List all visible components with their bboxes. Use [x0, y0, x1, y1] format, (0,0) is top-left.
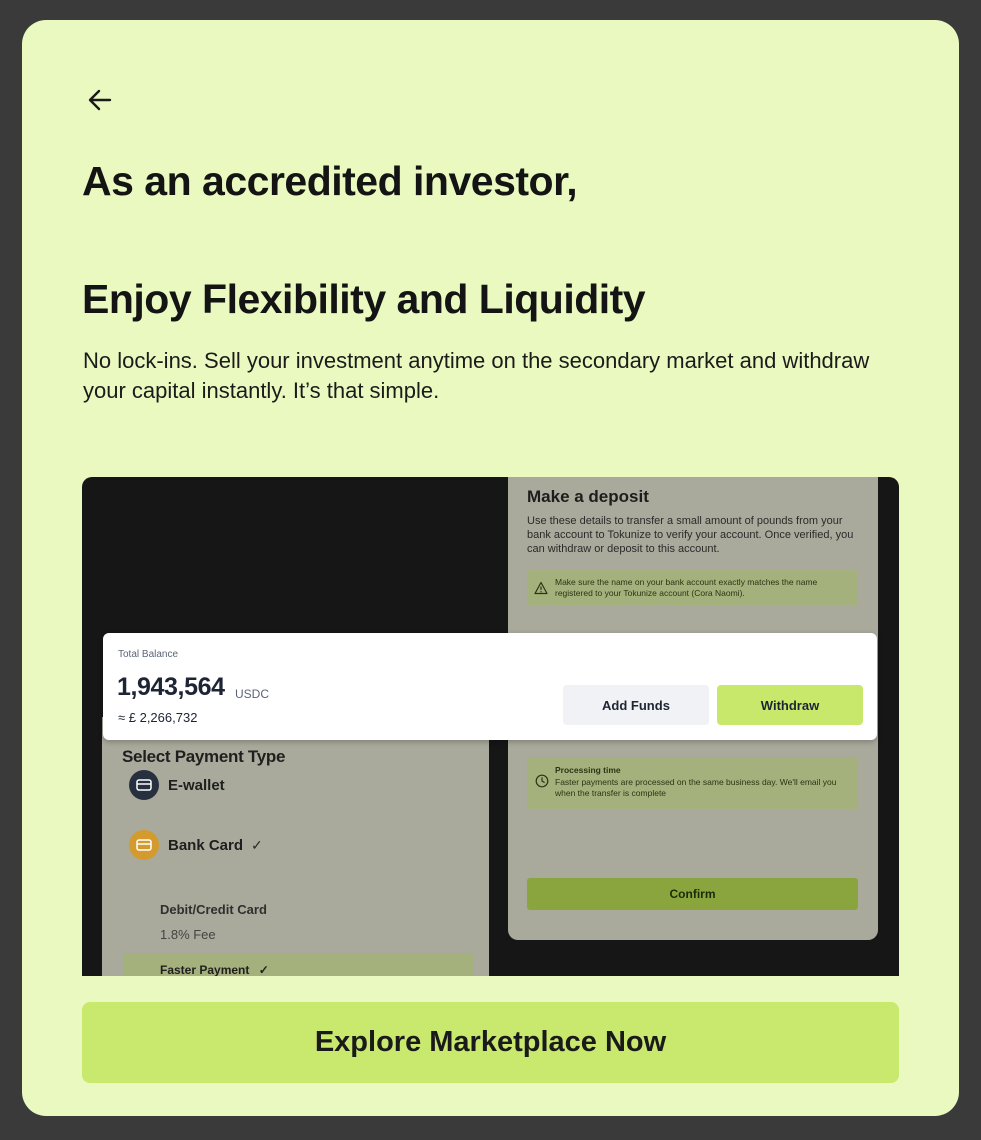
fee-label: 1.8% Fee: [160, 927, 216, 942]
app-preview: Select Payment Type E-wallet Bank Card ✓…: [82, 477, 899, 976]
title-line-2: Enjoy Flexibility and Liquidity: [82, 276, 646, 322]
faster-payment-label: Faster Payment ✓: [160, 963, 269, 976]
deposit-title: Make a deposit: [527, 487, 649, 506]
processing-title: Processing time: [555, 765, 621, 775]
balance-amount: 1,943,564: [117, 673, 225, 701]
description: No lock-ins. Sell your investment anytim…: [83, 348, 870, 403]
payment-type-title: Select Payment Type: [122, 747, 286, 766]
payment-option-ewallet[interactable]: E-wallet: [129, 770, 225, 800]
info-card: As an accredited investor, Enjoy Flexibi…: [22, 20, 959, 1116]
withdraw-button[interactable]: Withdraw: [717, 685, 863, 725]
wallet-icon: [129, 770, 159, 800]
clock-icon: [535, 774, 549, 788]
warning-text: Make sure the name on your bank account …: [555, 577, 818, 598]
check-icon: ✓: [258, 963, 269, 976]
payment-option-bank-card[interactable]: Bank Card ✓: [129, 830, 263, 860]
balance-unit: USDC: [235, 687, 270, 701]
explore-marketplace-button[interactable]: Explore Marketplace Now: [82, 1002, 899, 1083]
payment-type-panel: Select Payment Type E-wallet Bank Card ✓…: [102, 717, 489, 976]
back-button[interactable]: [82, 82, 118, 118]
card-icon: [129, 830, 159, 860]
arrow-left-icon: [88, 89, 112, 111]
check-icon: ✓: [251, 836, 263, 853]
deposit-description: Use these details to transfer a small am…: [527, 515, 854, 555]
confirm-button[interactable]: Confirm: [527, 878, 858, 910]
warning-banner: Make sure the name on your bank account …: [527, 570, 858, 606]
balance-label: Total Balance: [118, 649, 179, 660]
warning-icon: [534, 581, 548, 595]
payment-option-label: Bank Card: [168, 836, 244, 854]
card-type-label: Debit/Credit Card: [160, 902, 267, 917]
balance-card: Total Balance 1,943,564 USDC ≈ £ 2,266,7…: [103, 633, 877, 740]
payment-option-label: E-wallet: [168, 776, 225, 794]
processing-banner: Processing time Faster payments are proc…: [527, 757, 858, 809]
title-line-1: As an accredited investor,: [82, 158, 578, 204]
faster-payment-text: Faster Payment: [160, 963, 250, 976]
faster-payment-option[interactable]: Faster Payment ✓: [123, 953, 474, 976]
balance-approx: ≈ £ 2,266,732: [118, 710, 198, 725]
add-funds-button[interactable]: Add Funds: [563, 685, 709, 725]
processing-text: Faster payments are processed on the sam…: [555, 777, 837, 798]
